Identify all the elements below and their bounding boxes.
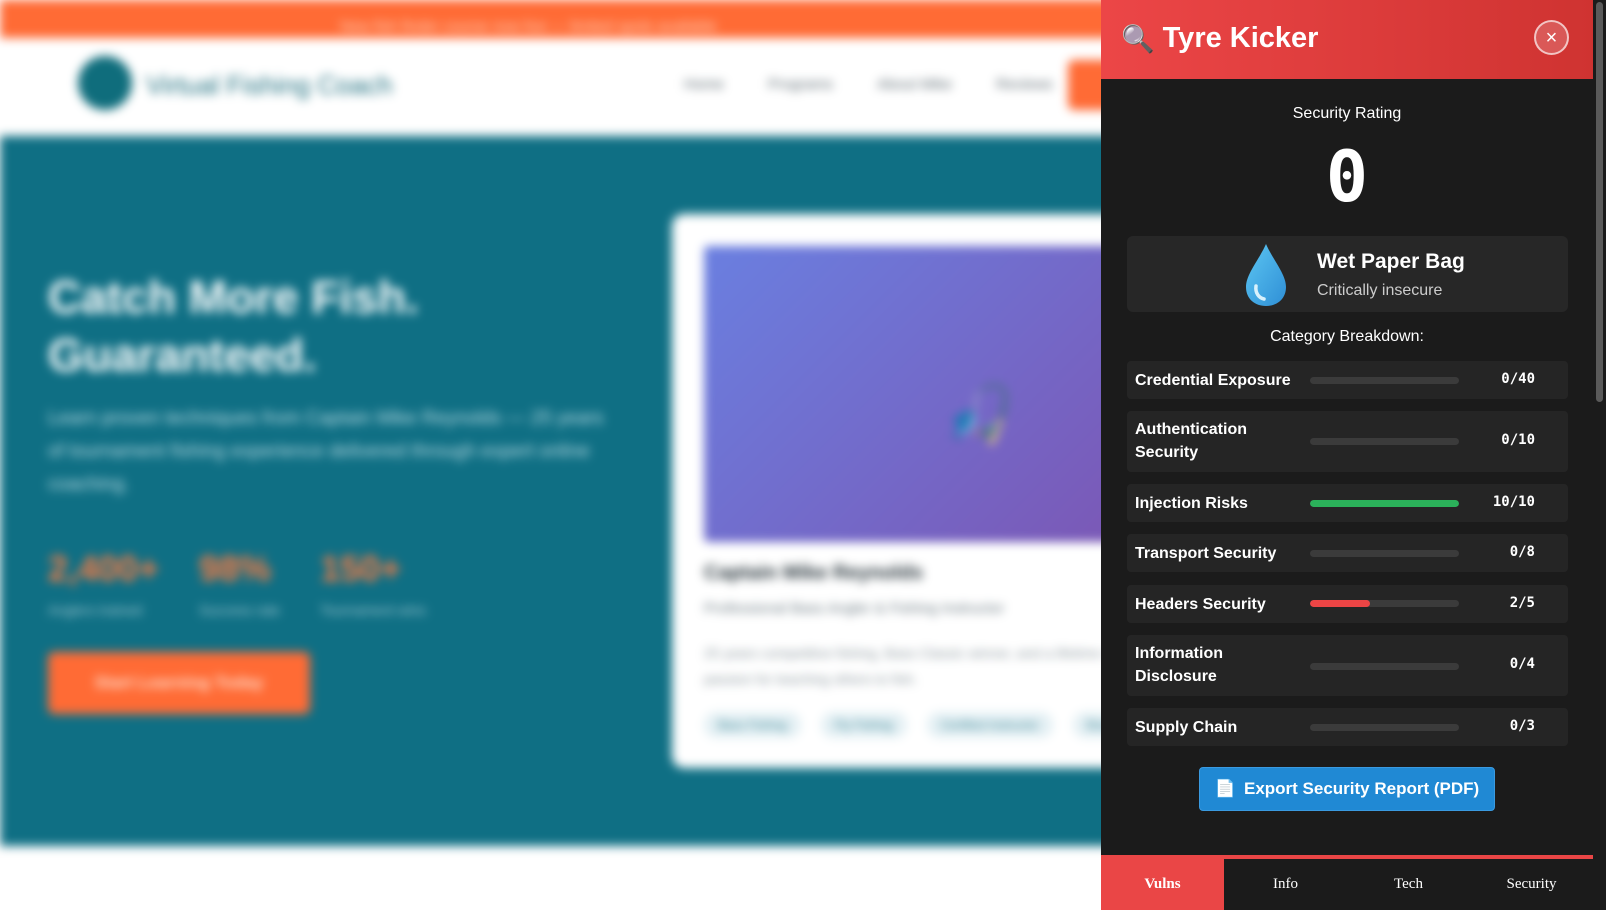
tab-vulns[interactable]: Vulns — [1101, 859, 1224, 910]
category-row: Supply Chain 0/3 — [1127, 708, 1568, 746]
hero-stats: 2,400+ Anglers trained 98% Success rate … — [48, 548, 426, 618]
category-bar — [1310, 500, 1459, 507]
category-name: Injection Risks — [1135, 495, 1248, 512]
category-score: 0/4 — [1509, 656, 1535, 672]
water-drop-icon — [1246, 244, 1286, 306]
grade-card: Wet Paper Bag Critically insecure — [1127, 236, 1568, 312]
category-bar-fill — [1310, 500, 1459, 507]
coach-card: 🎣 Captain Mike Reynolds Professional Bas… — [672, 214, 1142, 768]
panel-title-text: Tyre Kicker — [1162, 22, 1319, 54]
hero-stat-label: Anglers trained — [48, 602, 143, 618]
coach-card-title: Captain Mike Reynolds — [704, 562, 923, 584]
category-row: Injection Risks 10/10 — [1127, 484, 1568, 522]
tab-tech[interactable]: Tech — [1347, 859, 1470, 910]
category-score: 2/5 — [1509, 595, 1535, 611]
hero-stat-value: 150+ — [320, 548, 402, 589]
hero-stat-value: 2,400+ — [48, 548, 160, 589]
hero-stat-label: Success rate — [199, 602, 281, 618]
category-row: Transport Security 0/8 — [1127, 534, 1568, 572]
coach-card-tag: Fly Fishing — [820, 712, 907, 738]
hero-stat-label: Tournament wins — [320, 602, 426, 618]
coach-card-tags: Bass Fishing Fly Fishing Certified Instr… — [704, 712, 1142, 738]
category-score: 0/8 — [1509, 544, 1535, 560]
magnifier-icon: 🔍 — [1121, 23, 1155, 54]
coach-card-tag: Certified Instructor — [926, 712, 1053, 738]
panel-header: 🔍 Tyre Kicker × — [1101, 0, 1593, 79]
site-logo-text: Virtual Fishing Coach — [146, 70, 393, 100]
category-bar-fill — [1310, 600, 1370, 607]
coach-card-subtitle: Professional Bass Angler & Fishing Instr… — [704, 600, 1005, 617]
export-report-button[interactable]: 📄 Export Security Report (PDF) — [1199, 767, 1495, 811]
category-name: Headers Security — [1135, 596, 1266, 613]
category-bar — [1310, 377, 1459, 384]
site-logo-icon — [78, 56, 132, 110]
grade-description: Critically insecure — [1317, 282, 1443, 299]
panel-title: 🔍 Tyre Kicker — [1121, 22, 1318, 55]
hero-text: Learn proven techniques from Captain Mik… — [48, 408, 604, 495]
category-row: Headers Security 2/5 — [1127, 585, 1568, 623]
site-nav-link: Reviews — [996, 76, 1053, 93]
category-name: Supply Chain — [1135, 719, 1238, 736]
hero-stat-value: 98% — [199, 548, 272, 589]
tyre-kicker-panel: 🔍 Tyre Kicker × Security Rating 0 Wet Pa… — [1101, 0, 1593, 910]
hero-cta-button: Start Learning Today — [48, 652, 310, 714]
document-icon: 📄 — [1214, 779, 1236, 798]
category-row: Authentication Security 0/10 — [1127, 411, 1568, 472]
tab-info[interactable]: Info — [1224, 859, 1347, 910]
scrollbar-thumb[interactable] — [1596, 2, 1603, 402]
tab-security[interactable]: Security — [1470, 859, 1593, 910]
hero-stat: 150+ Tournament wins — [320, 548, 426, 618]
promo-banner-text: New fish finder course now live — limite… — [340, 18, 717, 35]
category-bar — [1310, 550, 1459, 557]
category-score: 0/3 — [1509, 718, 1535, 734]
category-score: 10/10 — [1492, 494, 1535, 510]
hero-stat: 2,400+ Anglers trained — [48, 548, 159, 618]
hero-stat: 98% Success rate — [199, 548, 280, 618]
category-bar — [1310, 663, 1459, 670]
category-score: 0/10 — [1501, 432, 1535, 448]
category-breakdown-title: Category Breakdown: — [1270, 328, 1424, 345]
coach-card-image: 🎣 — [704, 246, 1134, 542]
panel-tabs: Vulns Info Tech Security — [1101, 855, 1593, 910]
category-name: Transport Security — [1135, 545, 1277, 562]
export-report-label: Export Security Report (PDF) — [1243, 779, 1480, 798]
category-bar — [1310, 724, 1459, 731]
category-row: Credential Exposure 0/40 — [1127, 361, 1568, 399]
close-button[interactable]: × — [1534, 20, 1569, 55]
category-row: Information Disclosure 0/4 — [1127, 635, 1568, 696]
category-name: Credential Exposure — [1135, 372, 1291, 389]
category-name: Authentication Security — [1135, 421, 1247, 461]
security-rating-label: Security Rating — [1292, 105, 1402, 122]
grade-name: Wet Paper Bag — [1317, 250, 1465, 273]
site-nav-link: Programs — [768, 76, 834, 93]
fishing-pole-icon: 🎣 — [944, 383, 1014, 446]
hero-title: Catch More Fish. Guaranteed. — [48, 271, 419, 381]
category-bar — [1310, 600, 1459, 607]
category-bar — [1310, 438, 1459, 445]
site-nav-link: Home — [684, 76, 725, 93]
coach-card-tag: Bass Fishing — [704, 712, 801, 738]
site-nav-links: Home Programs About Mike Reviews — [684, 76, 1053, 93]
coach-card-body: 25 years competitive fishing, Bass Class… — [704, 645, 1116, 687]
category-name: Information Disclosure — [1135, 645, 1223, 685]
site-nav-link: About Mike — [877, 76, 953, 93]
security-rating-score: 0 — [1325, 136, 1369, 218]
category-score: 0/40 — [1501, 371, 1535, 387]
